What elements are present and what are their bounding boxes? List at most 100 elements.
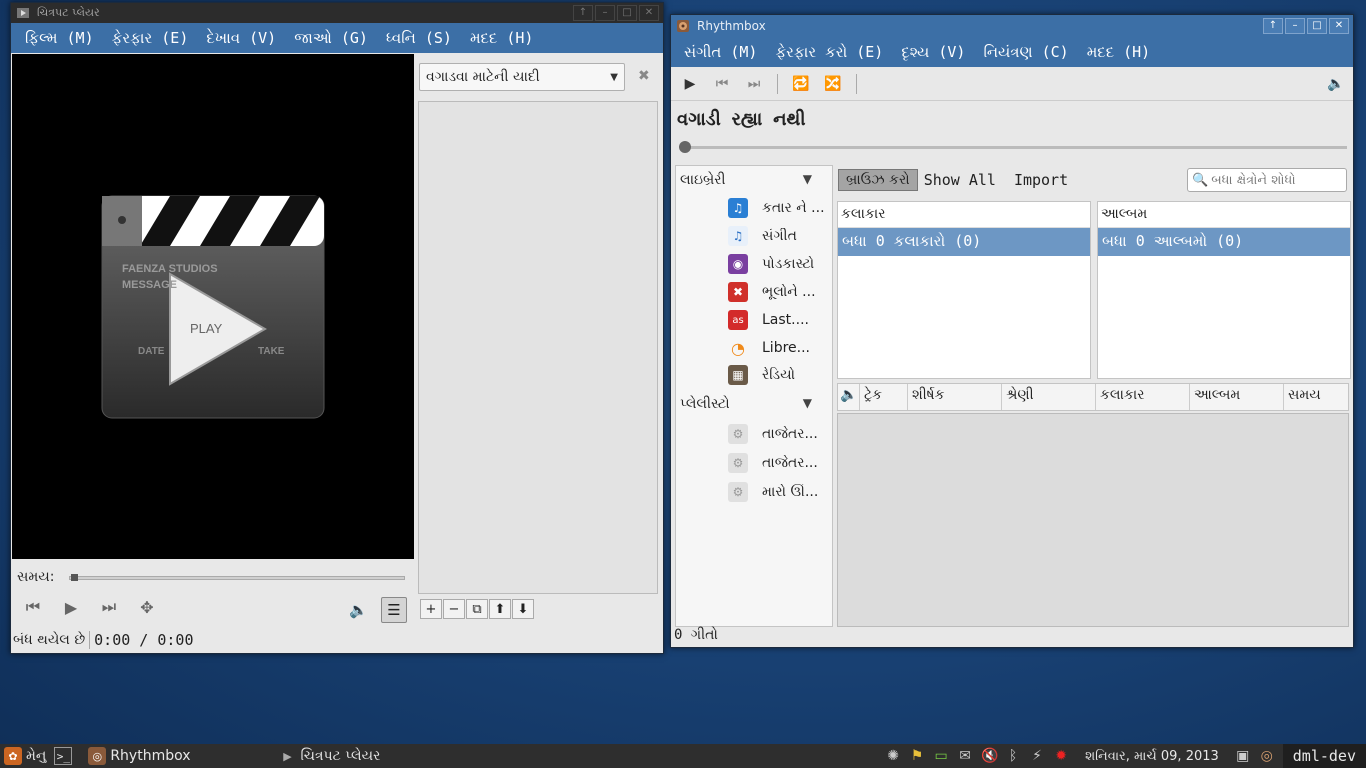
sidebar-item-queue[interactable]: ♫ કતાર ને ... <box>728 198 832 218</box>
seek-bar[interactable] <box>683 146 1347 149</box>
seek-knob[interactable] <box>71 574 78 581</box>
clock[interactable]: શનિવાર, માર્ચ 09, 2013 <box>1085 749 1219 764</box>
mail-icon[interactable]: ✉ <box>957 748 973 764</box>
repeat-icon[interactable]: 🔁 <box>792 76 810 92</box>
column-artist[interactable]: કલાકાર <box>1096 384 1190 410</box>
next-icon[interactable]: ⏭ <box>745 76 763 92</box>
column-album[interactable]: આલ્બમ <box>1190 384 1284 410</box>
seek-bar[interactable] <box>69 576 405 580</box>
volume-icon[interactable]: 🔈 <box>349 601 368 619</box>
track-list[interactable] <box>837 413 1349 627</box>
sidebar-item-music[interactable]: ♫ સંગીત <box>728 226 832 246</box>
move-down-button[interactable]: ⬇ <box>512 599 534 619</box>
rhythmbox-tray-icon[interactable]: ◎ <box>1259 748 1275 764</box>
raise-button[interactable]: ↑ <box>1263 18 1283 34</box>
sidebar-item-lastfm[interactable]: as Last.... <box>728 310 832 330</box>
menu-help[interactable]: મદદ (H) <box>1078 43 1159 61</box>
column-track[interactable]: ટ્રેક <box>860 384 908 410</box>
next-icon[interactable]: ⏭ <box>97 597 121 617</box>
rhythmbox-window: Rhythmbox ↑ – □ ✕ સંગીત (M) ફેરફાર કરો (… <box>670 14 1354 648</box>
close-sidebar-icon[interactable]: ✖ <box>638 68 650 84</box>
album-browser[interactable]: આલ્બમ બધા 0 આલ્બમો (0) <box>1097 201 1351 379</box>
seek-knob[interactable] <box>679 141 691 153</box>
bluetooth-icon[interactable]: ᛒ <box>1005 748 1021 764</box>
menu-sound[interactable]: ધ્વનિ (S) <box>377 29 461 47</box>
album-column-header[interactable]: આલ્બમ <box>1098 202 1350 228</box>
menu-view[interactable]: દૃશ્ય (V) <box>892 43 974 61</box>
sidebar-item-label: રેડિયો <box>762 367 796 383</box>
volume-mute-icon[interactable]: 🔇 <box>981 748 998 764</box>
fullscreen-icon[interactable]: ✥ <box>135 598 159 617</box>
sidebar-item-podcasts[interactable]: ◉ પોડકાસ્ટો <box>728 254 832 274</box>
sidebar-item-errors[interactable]: ✖ ભૂલોને ... <box>728 282 832 302</box>
shuffle-icon[interactable]: 🔀 <box>824 76 842 92</box>
rhythmbox-status: 0 ગીતો <box>674 627 718 643</box>
playlist-selector[interactable]: વગાડવા માટેની યાદી ▼ <box>419 63 625 91</box>
menu-edit[interactable]: ફેરફાર (E) <box>103 29 198 47</box>
movie-player-titlebar[interactable]: ચિત્રપટ પ્લેયર ↑ – □ ✕ <box>11 3 663 23</box>
play-icon[interactable]: ▶ <box>681 76 699 92</box>
album-all-row[interactable]: બધા 0 આલ્બમો (0) <box>1098 228 1350 256</box>
menu-view[interactable]: દેખાવ (V) <box>197 29 285 47</box>
expander-icon[interactable]: ▼ <box>803 396 812 412</box>
alert-icon[interactable]: ✹ <box>1053 748 1069 764</box>
sidebar-item-playlist[interactable]: ⚙ મારો ઊંં... <box>728 482 832 502</box>
play-icon[interactable]: ▶ <box>59 598 83 617</box>
raise-button[interactable]: ↑ <box>573 5 593 21</box>
maximize-button[interactable]: □ <box>1307 18 1327 34</box>
menu-go[interactable]: જાઓ (G) <box>285 29 377 47</box>
sidebar-item-radio[interactable]: ▦ રેડિયો <box>728 365 832 385</box>
video-area[interactable]: FAENZA STUDIOS MESSAGE PLAY DATE TAKE <box>12 54 414 559</box>
task-movie-player[interactable]: ▶ ચિત્રપટ પ્લેયર <box>275 744 385 768</box>
column-title[interactable]: શીર્ષક <box>908 384 1002 410</box>
playing-column-icon[interactable]: 🔈 <box>838 384 860 410</box>
minimize-button[interactable]: – <box>1285 18 1305 34</box>
show-all-button[interactable]: Show All <box>924 171 996 189</box>
start-menu-button[interactable]: ✿ મેનુ <box>0 744 50 768</box>
sidebar-item-playlist[interactable]: ⚙ તાજેતર... <box>728 453 832 473</box>
library-header[interactable]: લાઇબ્રેરી ▼ <box>680 172 830 188</box>
menu-help[interactable]: મદદ (H) <box>461 29 542 47</box>
minimize-button[interactable]: – <box>595 5 615 21</box>
now-playing-label: વગાડી રહ્યા નથી <box>677 109 806 130</box>
import-button[interactable]: Import <box>1014 171 1068 189</box>
artist-all-row[interactable]: બધા 0 કલાકારો (0) <box>838 228 1090 256</box>
column-genre[interactable]: શ્રેણી <box>1002 384 1096 410</box>
previous-icon[interactable]: ⏮ <box>21 597 45 617</box>
maximize-button[interactable]: □ <box>617 5 637 21</box>
update-icon[interactable]: ⚑ <box>909 748 925 764</box>
sidebar-toggle-button[interactable]: ☰ <box>381 597 407 623</box>
browse-button[interactable]: બ્રાઉઝ કરો <box>838 169 918 191</box>
add-button[interactable]: + <box>420 599 442 619</box>
close-button[interactable]: ✕ <box>1329 18 1349 34</box>
menu-music[interactable]: સંગીત (M) <box>675 43 766 61</box>
window-title: Rhythmbox <box>697 19 766 33</box>
column-time[interactable]: સમય <box>1284 384 1348 410</box>
playlist-list[interactable] <box>418 101 658 594</box>
menu-control[interactable]: નિયંત્રણ (C) <box>974 43 1077 61</box>
network-icon[interactable]: ⚡ <box>1029 748 1045 764</box>
terminal-launcher[interactable]: >_ <box>50 744 80 768</box>
menu-film[interactable]: ફિલ્મ (M) <box>16 29 103 47</box>
expander-icon[interactable]: ▼ <box>803 172 812 188</box>
sidebar-item-playlist[interactable]: ⚙ તાજેતર... <box>728 424 832 444</box>
previous-icon[interactable]: ⏮ <box>713 76 731 92</box>
playlist-pane: વગાડવા માટેની યાદી ▼ ✖ + − ⧉ ⬆ ⬇ <box>416 54 662 626</box>
sidebar-item-librefm[interactable]: ◔ Libre... <box>728 338 832 358</box>
artist-browser[interactable]: કલાકાર બધા 0 કલાકારો (0) <box>837 201 1091 379</box>
save-playlist-button[interactable]: ⧉ <box>466 599 488 619</box>
swirl-icon[interactable]: ✺ <box>885 748 901 764</box>
task-rhythmbox[interactable]: ◎ Rhythmbox <box>84 744 194 768</box>
remove-button[interactable]: − <box>443 599 465 619</box>
move-up-button[interactable]: ⬆ <box>489 599 511 619</box>
movie-player-tray-icon[interactable]: ▣ <box>1235 748 1251 764</box>
close-button[interactable]: ✕ <box>639 5 659 21</box>
volume-icon[interactable]: 🔈 <box>1327 76 1345 92</box>
music-note-icon: ♫ <box>728 198 748 218</box>
search-input[interactable]: 🔍 બધા ક્ષેત્રોને શોધો <box>1187 168 1347 192</box>
artist-column-header[interactable]: કલાકાર <box>838 202 1090 228</box>
battery-icon[interactable]: ▭ <box>933 748 949 764</box>
menu-edit[interactable]: ફેરફાર કરો (E) <box>766 43 892 61</box>
playlists-header[interactable]: પ્લેલીસ્ટો ▼ <box>680 396 830 412</box>
rhythmbox-titlebar[interactable]: Rhythmbox ↑ – □ ✕ <box>671 15 1353 37</box>
